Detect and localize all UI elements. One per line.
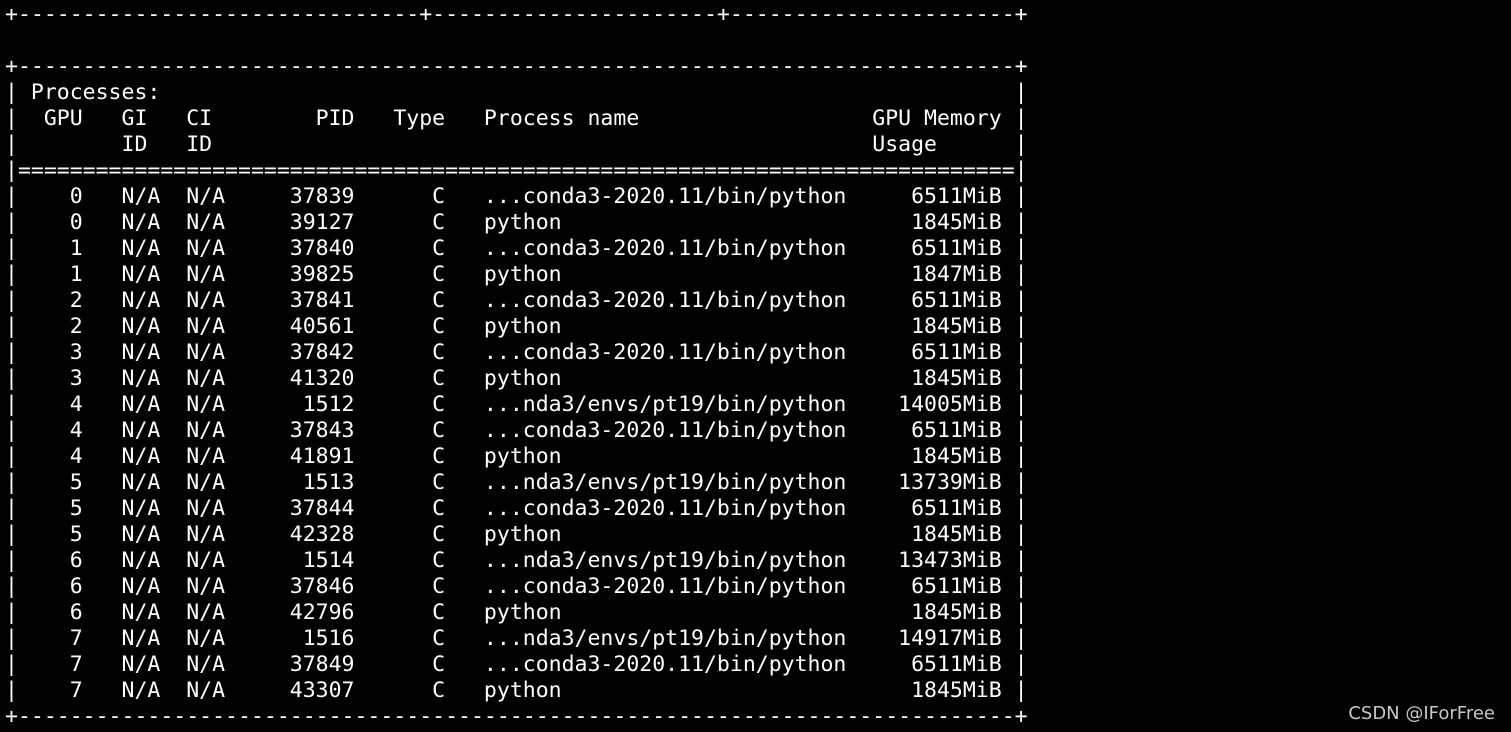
process-row: | 2 N/A N/A 37841 C ...conda3-2020.11/bi… [5, 288, 1028, 313]
process-row: | 6 N/A N/A 37846 C ...conda3-2020.11/bi… [5, 574, 1028, 599]
column-header-row-1: | GPU GI CI PID Type Process name GPU Me… [5, 106, 1028, 131]
process-row: | 6 N/A N/A 1514 C ...nda3/envs/pt19/bin… [5, 548, 1028, 573]
process-row: | 4 N/A N/A 1512 C ...nda3/envs/pt19/bin… [5, 392, 1028, 417]
process-row: | 4 N/A N/A 37843 C ...conda3-2020.11/bi… [5, 418, 1028, 443]
process-row: | 7 N/A N/A 37849 C ...conda3-2020.11/bi… [5, 652, 1028, 677]
header-separator: |=======================================… [5, 158, 1028, 183]
process-row: | 0 N/A N/A 37839 C ...conda3-2020.11/bi… [5, 184, 1028, 209]
process-row: | 3 N/A N/A 37842 C ...conda3-2020.11/bi… [5, 340, 1028, 365]
csdn-watermark: CSDN @IForFree [1348, 703, 1495, 724]
process-row: | 7 N/A N/A 1516 C ...nda3/envs/pt19/bin… [5, 626, 1028, 651]
process-row: | 0 N/A N/A 39127 C python 1845MiB | [5, 210, 1028, 235]
terminal-window[interactable]: +-------------------------------+-------… [0, 0, 1511, 732]
process-row: | 5 N/A N/A 1513 C ...nda3/envs/pt19/bin… [5, 470, 1028, 495]
process-row: | 6 N/A N/A 42796 C python 1845MiB | [5, 600, 1028, 625]
process-row: | 4 N/A N/A 41891 C python 1845MiB | [5, 444, 1028, 469]
process-row: | 5 N/A N/A 42328 C python 1845MiB | [5, 522, 1028, 547]
table-border-top: +-------------------------------+-------… [5, 2, 1028, 27]
processes-border-top: +---------------------------------------… [5, 54, 1028, 79]
process-row: | 1 N/A N/A 37840 C ...conda3-2020.11/bi… [5, 236, 1028, 261]
process-row: | 2 N/A N/A 40561 C python 1845MiB | [5, 314, 1028, 339]
process-row: | 3 N/A N/A 41320 C python 1845MiB | [5, 366, 1028, 391]
column-header-row-2: | ID ID Usage | [5, 132, 1028, 157]
processes-border-bottom: +---------------------------------------… [5, 704, 1028, 729]
process-row: | 5 N/A N/A 37844 C ...conda3-2020.11/bi… [5, 496, 1028, 521]
process-row: | 7 N/A N/A 43307 C python 1845MiB | [5, 678, 1028, 703]
process-row: | 1 N/A N/A 39825 C python 1847MiB | [5, 262, 1028, 287]
processes-heading: | Processes: | [5, 80, 1028, 105]
